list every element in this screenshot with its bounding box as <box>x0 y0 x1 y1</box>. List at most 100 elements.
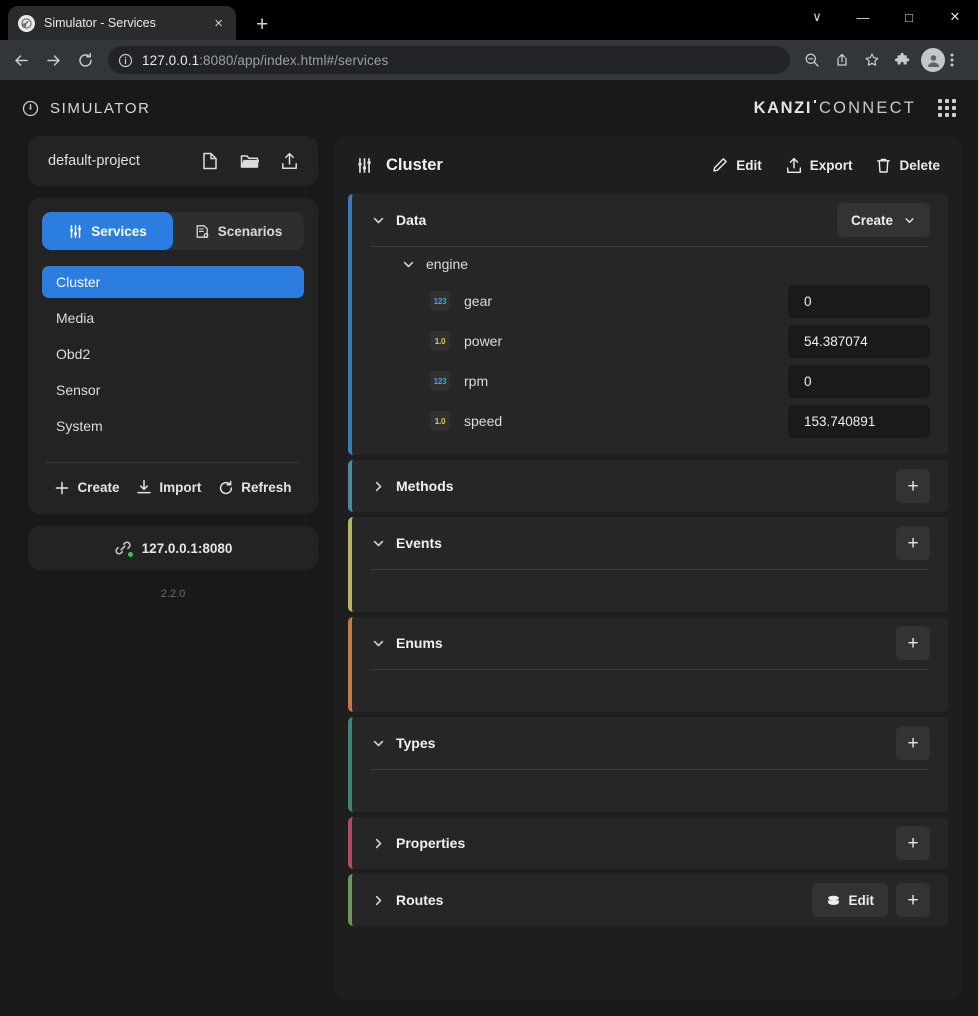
app-header: SIMULATOR KANZI CONNECT <box>0 80 978 136</box>
tree-node-label: engine <box>426 256 468 272</box>
sidebar-item-sensor[interactable]: Sensor <box>42 374 304 406</box>
chevron-down-icon[interactable] <box>368 736 388 751</box>
routes-edit-label: Edit <box>849 893 875 908</box>
site-info-icon[interactable] <box>118 53 133 68</box>
navigation-card: Services Scenarios Cluster Media Obd2 <box>28 198 318 514</box>
chevron-right-icon[interactable] <box>368 479 388 494</box>
import-button[interactable]: Import <box>136 479 201 496</box>
add-event-button[interactable]: + <box>896 526 930 560</box>
section-types-actions: + <box>896 726 930 760</box>
sidebar-item-label: Sensor <box>56 382 100 398</box>
edit-button[interactable]: Edit <box>712 157 762 173</box>
delete-button[interactable]: Delete <box>876 157 940 174</box>
add-enum-button[interactable]: + <box>896 626 930 660</box>
field-value-input[interactable]: 54.387074 <box>788 325 930 358</box>
section-types: Types + <box>348 717 948 812</box>
window-maximize-icon[interactable]: □ <box>886 10 932 25</box>
create-button-label: Create <box>77 480 119 495</box>
sidebar-item-media[interactable]: Media <box>42 302 304 334</box>
section-events-header[interactable]: Events + <box>352 517 948 569</box>
add-type-button[interactable]: + <box>896 726 930 760</box>
section-routes: Routes Edit + <box>348 874 948 926</box>
tab-title: Simulator - Services <box>44 16 202 30</box>
field-value-input[interactable]: 0 <box>788 285 930 318</box>
main-header: Cluster Edit Expo <box>334 136 962 194</box>
connection-card[interactable]: 127.0.0.1:8080 <box>28 526 318 570</box>
zoom-out-icon[interactable] <box>798 46 826 74</box>
window-expand-icon[interactable]: ∨ <box>794 9 840 25</box>
section-methods-actions: + <box>896 469 930 503</box>
field-value-input[interactable]: 0 <box>788 365 930 398</box>
link-icon <box>114 539 132 557</box>
sidebar-item-label: Cluster <box>56 274 100 290</box>
chevron-down-icon[interactable] <box>368 536 388 551</box>
new-file-icon[interactable] <box>202 152 218 170</box>
extensions-puzzle-icon[interactable] <box>888 46 916 74</box>
window-minimize-icon[interactable]: — <box>840 10 886 25</box>
share-icon[interactable] <box>828 46 856 74</box>
chevron-right-icon[interactable] <box>368 893 388 908</box>
address-bar[interactable]: 127.0.0.1:8080/app/index.html#/services <box>108 46 790 74</box>
sidebar-item-cluster[interactable]: Cluster <box>42 266 304 298</box>
edit-button-label: Edit <box>736 158 762 173</box>
chevron-right-icon[interactable] <box>368 836 388 851</box>
tab-services[interactable]: Services <box>42 212 173 250</box>
field-value-input[interactable]: 153.740891 <box>788 405 930 438</box>
new-tab-button[interactable]: + <box>256 14 268 35</box>
export-button-label: Export <box>810 158 853 173</box>
sidebar-item-system[interactable]: System <box>42 410 304 442</box>
section-enums: Enums + <box>348 617 948 712</box>
open-folder-icon[interactable] <box>240 153 259 170</box>
profile-avatar[interactable] <box>921 48 945 72</box>
section-properties-actions: + <box>896 826 930 860</box>
section-methods-header[interactable]: Methods + <box>352 460 948 512</box>
delete-button-label: Delete <box>899 158 940 173</box>
section-empty-area <box>368 570 930 598</box>
create-button[interactable]: Create <box>54 480 119 496</box>
browser-menu-icon[interactable] <box>950 52 972 68</box>
tab-close-icon[interactable]: × <box>211 14 226 33</box>
section-events: Events + <box>348 517 948 612</box>
section-routes-header[interactable]: Routes Edit + <box>352 874 948 926</box>
section-events-actions: + <box>896 526 930 560</box>
field-label: power <box>464 333 788 349</box>
tree-node-engine[interactable]: engine <box>368 247 930 281</box>
forward-arrow-icon[interactable] <box>38 45 68 75</box>
routes-edit-button[interactable]: Edit <box>812 883 889 917</box>
pencil-icon <box>712 157 728 173</box>
window-close-icon[interactable]: ✕ <box>932 9 978 25</box>
tab-scenarios[interactable]: Scenarios <box>173 212 304 250</box>
section-enums-header[interactable]: Enums + <box>352 617 948 669</box>
chevron-down-icon[interactable] <box>398 257 418 272</box>
bookmark-star-icon[interactable] <box>858 46 886 74</box>
section-methods: Methods + <box>348 460 948 512</box>
field-row: 123 gear 0 <box>368 281 930 321</box>
add-property-button[interactable]: + <box>896 826 930 860</box>
browser-window: Simulator - Services × + ∨ — □ ✕ 127.0.0… <box>0 0 978 1016</box>
add-route-button[interactable]: + <box>896 883 930 917</box>
section-routes-actions: Edit + <box>812 883 931 917</box>
database-icon <box>826 894 841 907</box>
page-title: Cluster <box>356 156 443 175</box>
chevron-down-icon[interactable] <box>368 213 388 228</box>
refresh-icon <box>218 480 234 496</box>
refresh-button[interactable]: Refresh <box>218 480 291 496</box>
section-data-header[interactable]: Data Create <box>352 194 948 246</box>
section-types-header[interactable]: Types + <box>352 717 948 769</box>
add-method-button[interactable]: + <box>896 469 930 503</box>
section-types-body <box>352 769 948 812</box>
browser-tab[interactable]: Simulator - Services × <box>8 6 236 40</box>
chevron-down-icon[interactable] <box>368 636 388 651</box>
tab-scenarios-label: Scenarios <box>218 224 283 239</box>
upload-icon[interactable] <box>281 152 298 170</box>
section-properties-header[interactable]: Properties + <box>352 817 948 869</box>
create-dropdown-button[interactable]: Create <box>837 203 930 237</box>
section-data-body: engine 123 gear 0 1.0 power 54.387074 <box>352 246 948 455</box>
app-grid-icon[interactable] <box>938 99 956 117</box>
sidebar-actions: Create Import Refresh <box>42 463 304 496</box>
sliders-icon <box>356 157 373 174</box>
back-arrow-icon[interactable] <box>6 45 36 75</box>
sidebar-item-obd2[interactable]: Obd2 <box>42 338 304 370</box>
export-button[interactable]: Export <box>786 157 853 174</box>
reload-icon[interactable] <box>70 45 100 75</box>
